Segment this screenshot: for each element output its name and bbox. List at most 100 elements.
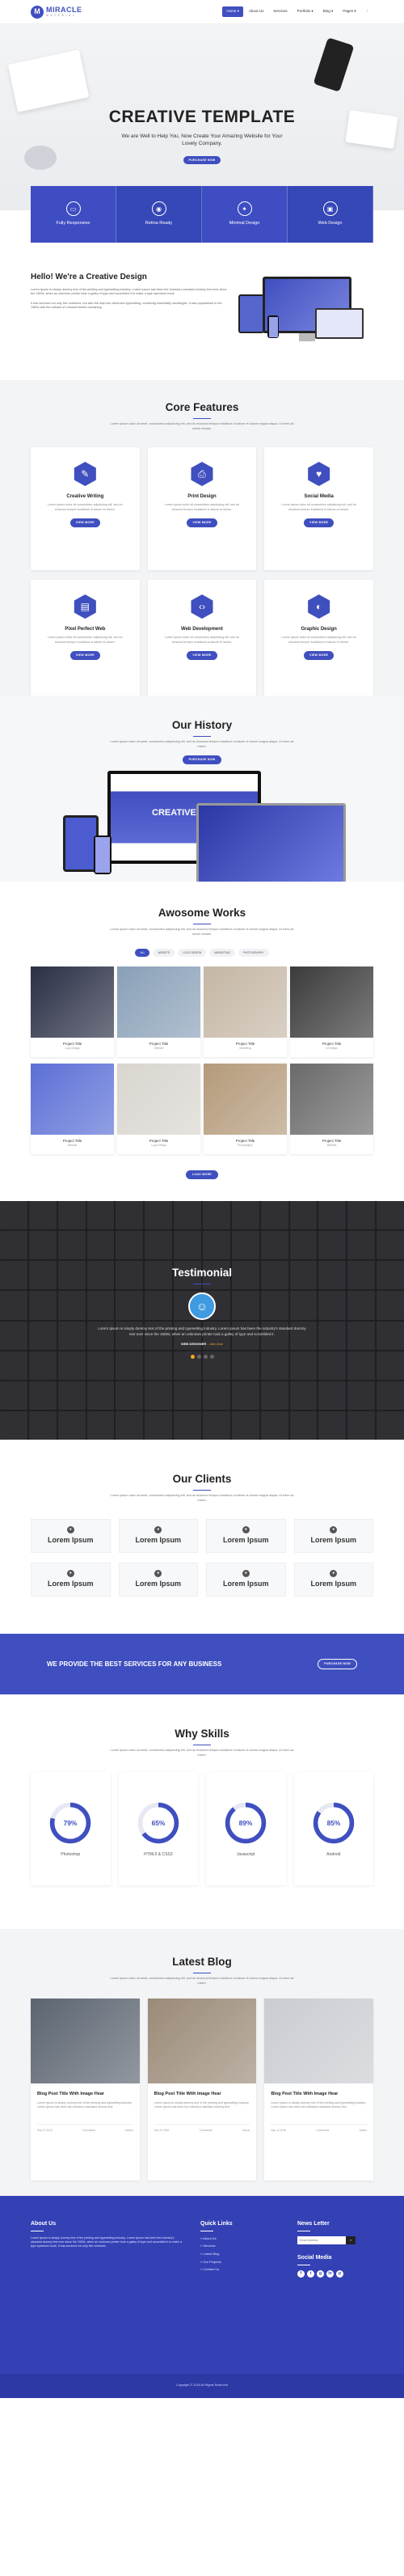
card-text: Lorem ipsum dolor sit consectetur adipis… xyxy=(164,503,240,511)
facebook-icon[interactable]: f xyxy=(297,2269,305,2278)
footer-link-projects[interactable]: » Our Projects xyxy=(200,2260,281,2265)
filter-website[interactable]: Website xyxy=(153,949,175,957)
nav-item-about[interactable]: About Us xyxy=(245,6,268,16)
slider-dot[interactable] xyxy=(190,1354,195,1359)
footer-link-services[interactable]: » Services xyxy=(200,2244,281,2248)
post-comments[interactable]: Comments xyxy=(200,2129,213,2133)
view-more-button[interactable]: View More xyxy=(69,650,100,660)
hero-purchase-button[interactable]: Purchase Now xyxy=(183,155,221,165)
post-title[interactable]: Blog Post Title With Image Hear xyxy=(37,2092,133,2098)
work-item[interactable]: Project Title Photography xyxy=(204,1063,287,1154)
twitter-icon[interactable]: t xyxy=(307,2269,314,2278)
post-image xyxy=(147,1999,257,2084)
nav-more-icon[interactable]: ⋮ xyxy=(362,6,374,16)
filter-all[interactable]: All xyxy=(135,949,150,957)
work-item[interactable]: Project Title UI Design xyxy=(290,966,373,1057)
filter-logo-design[interactable]: Logo Design xyxy=(178,949,207,957)
feature-tile[interactable]: ▭ Fully Responsive xyxy=(31,186,116,243)
background-face-tile xyxy=(145,1411,173,1440)
slider-dot[interactable] xyxy=(203,1354,208,1359)
newsletter-email-input[interactable] xyxy=(297,2235,346,2244)
work-item[interactable]: Project Title Marketing xyxy=(204,966,287,1057)
background-face-tile xyxy=(289,1201,318,1230)
blog-post[interactable]: Blog Post Title With Image Hear Lorem Ip… xyxy=(147,1999,257,2181)
skill-percent: 65% xyxy=(151,1818,165,1826)
logo[interactable]: M MIRACLE MATERIAL xyxy=(31,5,82,19)
history-purchase-button[interactable]: Purchase Now xyxy=(183,755,221,764)
feature-strip: ▭ Fully Responsive ◉ Retina Ready ✦ Mini… xyxy=(31,186,373,243)
logo-title: MIRACLE xyxy=(46,5,82,14)
work-item[interactable]: Project Title Website xyxy=(31,1063,114,1154)
nav-item-services[interactable]: Services xyxy=(269,6,291,16)
post-author[interactable]: Admin xyxy=(242,2129,250,2133)
about-title: Hello! We're a Creative Design xyxy=(31,273,147,281)
skill-ring: 79% xyxy=(50,1802,91,1843)
work-item[interactable]: Project Title Logo Design xyxy=(117,1063,200,1154)
client-name: Lorem Ipsum xyxy=(310,1580,356,1588)
client-logo[interactable]: ● Lorem Ipsum xyxy=(206,1563,286,1597)
background-face-tile xyxy=(318,1411,347,1440)
hero-title: CREATIVE TEMPLATE xyxy=(108,108,296,126)
filter-photography[interactable]: Photography xyxy=(238,949,269,957)
footer-link-about[interactable]: » About Us xyxy=(200,2236,281,2241)
post-excerpt: Lorem Ipsum is simply dummy text of the … xyxy=(154,2100,250,2109)
load-more-button[interactable]: Load More xyxy=(186,1170,218,1179)
post-title[interactable]: Blog Post Title With Image Hear xyxy=(154,2092,250,2098)
feature-tile[interactable]: ✦ Minimal Design xyxy=(202,186,288,243)
footer-link-contact[interactable]: » Contact Us xyxy=(200,2267,281,2272)
client-logo[interactable]: ● Lorem Ipsum xyxy=(31,1519,111,1554)
client-logo[interactable]: ● Lorem Ipsum xyxy=(118,1519,198,1554)
work-image xyxy=(117,966,200,1038)
work-image xyxy=(290,1063,373,1135)
view-more-button[interactable]: View More xyxy=(304,650,335,660)
view-more-button[interactable]: View More xyxy=(304,518,335,527)
feature-tile[interactable]: ▣ Web Design xyxy=(288,186,373,243)
work-category: Website xyxy=(326,1143,337,1147)
skill-ring: 65% xyxy=(137,1802,179,1843)
feature-tile[interactable]: ◉ Retina Ready xyxy=(116,186,202,243)
post-title[interactable]: Blog Post Title With Image Hear xyxy=(271,2092,367,2098)
post-author[interactable]: Admin xyxy=(360,2129,367,2133)
work-item[interactable]: Project Title Website xyxy=(117,966,200,1057)
post-comments[interactable]: Comments xyxy=(82,2129,95,2133)
filter-marketing[interactable]: Marketing xyxy=(209,949,235,957)
newsletter-submit-button[interactable]: » xyxy=(346,2235,356,2244)
pinterest-icon[interactable]: p xyxy=(336,2269,343,2278)
slider-dot[interactable] xyxy=(196,1354,201,1359)
feature-card: ♥ Social Media Lorem ipsum dolor sit con… xyxy=(264,447,373,571)
background-face-tile xyxy=(377,1411,404,1440)
blog-post[interactable]: Blog Post Title With Image Hear Lorem Ip… xyxy=(31,1999,140,2181)
nav-item-portfolio[interactable]: Portfolio ▾ xyxy=(293,6,318,16)
card-text: Lorem ipsum dolor sit consectetur adipis… xyxy=(48,636,123,644)
view-more-button[interactable]: View More xyxy=(187,518,217,527)
client-icon: ● xyxy=(66,1526,74,1534)
client-logo[interactable]: ● Lorem Ipsum xyxy=(206,1519,286,1554)
copyright-text: Copyright © 2016 All Rights Reserved xyxy=(176,2384,228,2388)
work-item[interactable]: Project Title Logo Design xyxy=(31,966,114,1057)
post-author[interactable]: Admin xyxy=(125,2129,133,2133)
client-logo[interactable]: ● Lorem Ipsum xyxy=(293,1519,373,1554)
linkedin-icon[interactable]: in xyxy=(326,2269,334,2278)
view-more-button[interactable]: View More xyxy=(69,518,100,527)
post-comments[interactable]: Comments xyxy=(316,2129,329,2133)
nav-item-pages[interactable]: Pages ▾ xyxy=(339,6,360,16)
monitor-icon: ▣ xyxy=(322,201,338,217)
author-name: - John Doe xyxy=(206,1341,224,1346)
client-icon: ● xyxy=(154,1570,162,1578)
slider-dot[interactable] xyxy=(209,1354,214,1359)
work-item[interactable]: Project Title Website xyxy=(290,1063,373,1154)
layout-icon: ▤ xyxy=(74,594,96,620)
nav-item-home[interactable]: Home ▾ xyxy=(222,6,243,17)
nav-item-blog[interactable]: Blog ▾ xyxy=(319,6,338,16)
footer-link-blog[interactable]: » Latest Blog xyxy=(200,2252,281,2257)
cta-purchase-button[interactable]: Purchase Now xyxy=(318,1659,357,1669)
background-face-tile xyxy=(145,1231,173,1260)
client-logo[interactable]: ● Lorem Ipsum xyxy=(293,1563,373,1597)
blog-post[interactable]: Blog Post Title With Image Hear Lorem Ip… xyxy=(264,1999,373,2181)
client-logo[interactable]: ● Lorem Ipsum xyxy=(31,1563,111,1597)
client-logo[interactable]: ● Lorem Ipsum xyxy=(118,1563,198,1597)
background-face-tile xyxy=(260,1231,288,1260)
view-more-button[interactable]: View More xyxy=(187,650,217,660)
google-plus-icon[interactable]: g xyxy=(317,2269,324,2278)
title-divider xyxy=(193,923,211,925)
